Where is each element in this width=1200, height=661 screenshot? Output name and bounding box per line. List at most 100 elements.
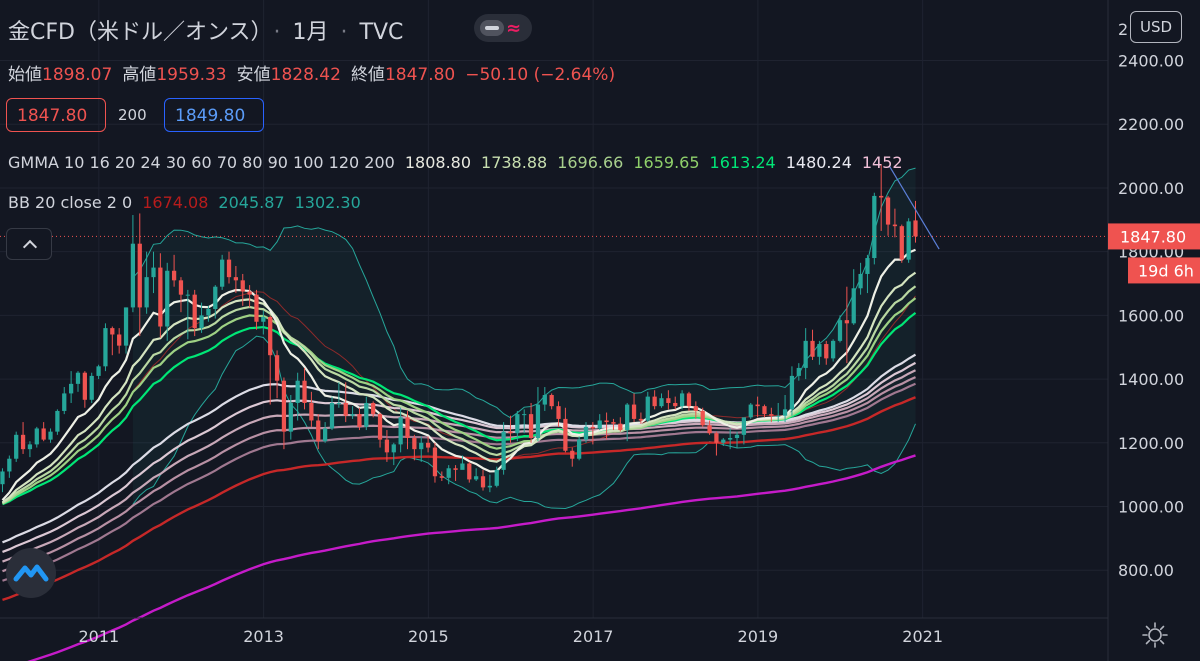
gmma-value: 1613.24 — [709, 153, 776, 172]
candle-body — [872, 195, 877, 259]
gmma-value: 1696.66 — [557, 153, 624, 172]
candle — [96, 364, 101, 380]
settings-gear-icon[interactable] — [1140, 620, 1170, 650]
candle-body — [419, 442, 424, 450]
candle-body — [824, 344, 829, 359]
separator-dot: · — [273, 20, 281, 45]
sell-button[interactable]: 1847.80 — [6, 98, 106, 132]
candle-body — [41, 428, 46, 440]
candle — [117, 328, 122, 354]
separator-dot: · — [340, 20, 348, 45]
symbol-title[interactable]: 金CFD（米ドル／オンス） — [8, 20, 262, 45]
candle-body — [391, 444, 396, 453]
candle-body — [268, 316, 273, 356]
gmma-label[interactable]: GMMA 10 16 20 24 30 60 70 80 90 100 120 … — [8, 153, 395, 172]
price-tick-label: 2000.00 — [1118, 179, 1184, 198]
candle — [68, 371, 74, 403]
candle-body — [728, 438, 733, 440]
candle-body — [851, 288, 856, 324]
candle-body — [556, 406, 561, 419]
candle-body — [762, 406, 767, 415]
candle — [851, 269, 856, 325]
candle-body — [453, 468, 458, 470]
candle-body — [515, 414, 520, 434]
candle-body — [700, 410, 705, 426]
candle-body — [117, 334, 122, 346]
candle-body — [501, 431, 506, 470]
candle-body — [89, 375, 94, 400]
candle-body — [528, 414, 534, 439]
candle-body — [769, 414, 774, 416]
candle — [220, 254, 225, 290]
interval-label[interactable]: 1月 — [293, 20, 329, 45]
candle — [432, 442, 438, 483]
candle-body — [20, 434, 26, 450]
candle-body — [652, 396, 657, 407]
candle-body — [734, 434, 740, 439]
gmma-legend[interactable]: GMMA 10 16 20 24 30 60 70 80 90 100 120 … — [8, 153, 923, 172]
gmma-value: 1659.65 — [633, 153, 700, 172]
price-tick-label: 1400.00 — [1118, 370, 1184, 389]
candle — [103, 323, 108, 372]
high-label: 高値 — [122, 65, 157, 85]
candle — [14, 431, 19, 462]
collapse-legend-button[interactable] — [6, 228, 52, 260]
candle-body — [316, 420, 321, 442]
currency-button[interactable]: USD — [1130, 11, 1182, 43]
candle — [62, 387, 67, 415]
visibility-toggle[interactable]: ≈ — [474, 14, 532, 42]
gmma-value: 1808.80 — [404, 153, 472, 172]
candle-body — [75, 372, 81, 384]
candle-body — [274, 355, 280, 381]
candle-body — [659, 398, 664, 407]
candle-body — [638, 418, 644, 421]
candle-body — [357, 414, 362, 427]
candle-body — [535, 404, 541, 439]
buy-button[interactable]: 1849.80 — [164, 98, 264, 132]
candle-body — [576, 439, 582, 459]
candle-body — [721, 439, 726, 443]
candle — [20, 422, 26, 454]
candle-body — [755, 404, 760, 407]
open-value: 1898.07 — [42, 65, 113, 85]
candle-body — [789, 375, 795, 410]
candle-body — [192, 294, 197, 329]
gmma-value: 1480.24 — [785, 153, 852, 172]
bb-legend[interactable]: BB 20 close 2 0 1674.08 2045.87 1302.30 — [8, 193, 381, 212]
candle-body — [62, 393, 67, 411]
candle-body — [885, 197, 891, 225]
candle-body — [625, 404, 630, 431]
candle — [89, 372, 94, 403]
candle-body — [831, 340, 836, 359]
gmma-value: 1738.88 — [481, 153, 548, 172]
candle — [82, 371, 87, 408]
candle-body — [151, 267, 156, 278]
candle-body — [707, 425, 712, 434]
candle-body — [233, 277, 239, 281]
candle-body — [439, 476, 444, 478]
price-tick-label: 2400.00 — [1118, 52, 1184, 71]
candle — [274, 350, 280, 399]
candle-body — [741, 417, 747, 435]
candle-body — [844, 320, 849, 324]
candle-body — [405, 417, 410, 439]
candle-body — [322, 428, 328, 442]
candle-body — [570, 450, 575, 459]
candle-body — [748, 404, 753, 418]
price-tick-label: 1600.00 — [1118, 306, 1184, 325]
candle — [268, 315, 273, 405]
symbol-header[interactable]: 金CFD（米ドル／オンス） · 1月 · TVC — [8, 14, 403, 46]
price-axis[interactable]: 2400.002200.002000.001800.001600.001400.… — [1107, 0, 1200, 661]
candle-body — [906, 221, 911, 260]
last-price-label: 1847.80 — [1120, 227, 1186, 246]
time-tick-label: 2019 — [738, 627, 779, 646]
candle-body — [686, 393, 692, 407]
candle-body — [103, 328, 108, 367]
candle-body — [618, 423, 623, 431]
candle-body — [350, 414, 355, 416]
time-axis[interactable]: 2011 2013 2015 2017 2019 2021 — [0, 617, 1108, 646]
bb-label[interactable]: BB 20 close 2 0 — [8, 193, 132, 212]
candle — [27, 441, 33, 458]
high-value: 1959.33 — [156, 65, 227, 85]
tradingview-logo[interactable] — [6, 548, 56, 598]
